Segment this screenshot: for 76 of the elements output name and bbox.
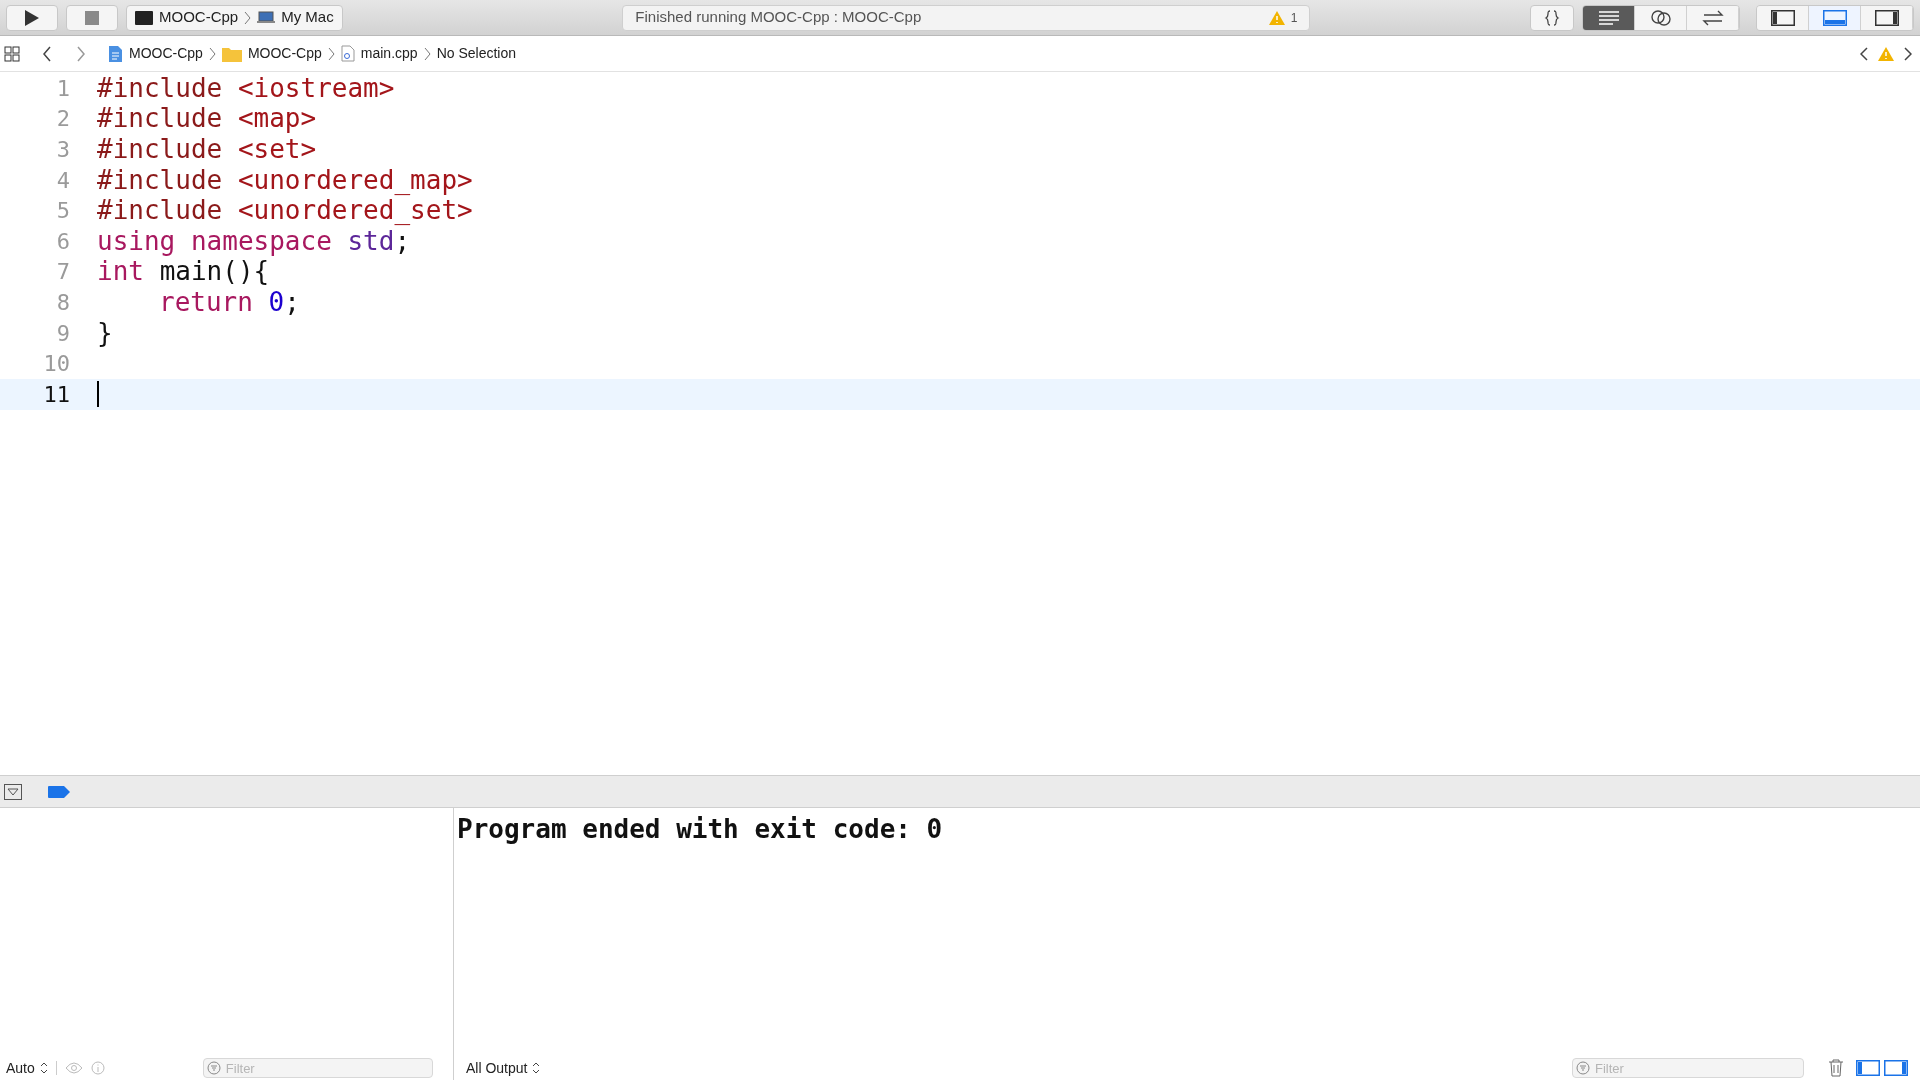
variables-mode-selector[interactable]: Auto	[6, 1057, 48, 1079]
chevron-icon	[244, 10, 252, 25]
warning-icon	[1268, 10, 1285, 25]
panel-toggle[interactable]	[1861, 5, 1913, 30]
document-icon	[108, 44, 123, 63]
line-number: 11	[42, 380, 70, 409]
jump-bar-item[interactable]: MOOC-Cpp	[129, 43, 203, 64]
chevron-icon	[423, 46, 431, 61]
console-output: Program ended with exit code: 0	[456, 813, 944, 846]
filter-icon	[1576, 1060, 1590, 1075]
scheme-selector[interactable]: MOOC-Cpp My Mac	[126, 4, 343, 31]
play-icon	[24, 8, 40, 27]
scheme-name: MOOC-Cpp	[159, 7, 239, 28]
panel-layout-icon	[1856, 1060, 1880, 1076]
up-down-icon	[39, 1062, 48, 1074]
filter-field[interactable]: Filter	[202, 1058, 433, 1078]
panel-layout-icon	[1874, 9, 1899, 26]
code-line: #include <unordered_map>	[97, 163, 473, 197]
braces-icon	[1543, 8, 1561, 27]
panel-layout-icon	[1822, 9, 1847, 26]
line-number: 1	[55, 74, 70, 103]
line-number: 10	[42, 350, 70, 379]
panel-layout-icon	[1884, 1060, 1908, 1076]
code-line: #include <iostream>	[97, 71, 395, 105]
code-editor[interactable]: 1 #include <iostream> 2 #include <map> 3 #include <set> 4 #include <unordered_map> 5 #include <unordered_set> 6 using namespace std; 7 int main(){ 8 return 0; 9 } 10 11	[0, 72, 1920, 775]
jump-bar-item[interactable]: No Selection	[436, 43, 516, 64]
back-icon[interactable]	[42, 45, 52, 62]
line-number: 9	[55, 319, 70, 348]
swap-arrows-icon	[1700, 8, 1725, 27]
grid-icon[interactable]	[4, 45, 20, 62]
panel-layout-icon	[1770, 9, 1795, 26]
warning-count: 1	[1290, 9, 1298, 27]
breakpoint-icon[interactable]	[48, 785, 70, 798]
line-number: 7	[55, 258, 70, 287]
panel-toggle[interactable]	[1809, 5, 1861, 30]
line-number: 8	[55, 288, 70, 317]
output-mode-selector[interactable]: All Output	[466, 1057, 541, 1079]
code-line: #include <map>	[97, 102, 317, 136]
filter-field[interactable]: Filter	[1572, 1058, 1804, 1078]
trash-icon[interactable]	[1828, 1059, 1844, 1077]
next-issue-icon[interactable]	[1904, 46, 1912, 61]
chevron-icon	[327, 46, 335, 61]
text-cursor	[97, 381, 99, 408]
rings-icon	[1649, 8, 1672, 27]
editor-mode-button[interactable]	[1635, 5, 1687, 30]
up-down-icon	[532, 1062, 541, 1074]
line-number: 2	[55, 105, 70, 134]
line-number: 3	[55, 136, 70, 164]
destination-name: My Mac	[281, 7, 334, 28]
file-icon	[340, 45, 355, 62]
braces-button[interactable]	[1530, 4, 1574, 31]
code-line: }	[97, 316, 113, 350]
stop-button[interactable]	[66, 4, 118, 31]
line-number: 5	[55, 197, 70, 226]
chevron-icon	[208, 46, 216, 61]
code-line: #include <unordered_set>	[97, 195, 473, 228]
line-number: 4	[55, 166, 70, 195]
jump-bar-item[interactable]: main.cpp	[360, 43, 418, 64]
code-line: #include <set>	[97, 133, 317, 166]
editor-mode-button[interactable]	[1687, 5, 1739, 30]
stop-icon	[85, 10, 99, 25]
lines-icon	[1597, 9, 1620, 26]
jump-bar-item[interactable]: MOOC-Cpp	[247, 43, 322, 64]
filter-icon	[206, 1060, 221, 1075]
editor-mode-button[interactable]	[1583, 5, 1635, 30]
laptop-icon	[257, 11, 276, 24]
line-number: 6	[55, 227, 70, 256]
code-line: using namespace std;	[97, 225, 411, 258]
panel-toggle[interactable]	[1757, 5, 1809, 30]
folder-icon	[221, 45, 242, 62]
terminal-icon	[135, 10, 153, 25]
run-button[interactable]	[6, 4, 58, 31]
activity-status: Finished running MOOC-Cpp : MOOC-Cpp	[635, 7, 923, 28]
forward-icon[interactable]	[76, 45, 86, 62]
previous-issue-icon[interactable]	[1860, 46, 1868, 61]
hide-debug-area-icon[interactable]	[4, 783, 22, 800]
